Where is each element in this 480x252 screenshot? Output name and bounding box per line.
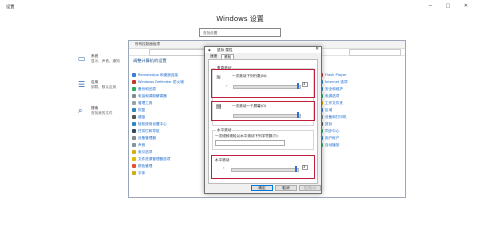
cp-item-sound[interactable]: 声音 <box>132 143 145 148</box>
cp-item-power[interactable]: 电源选项 <box>319 94 339 99</box>
cancel-button[interactable]: 取消 <box>275 185 297 191</box>
phone-icon <box>132 94 136 99</box>
ok-button[interactable]: 确定 <box>251 185 273 191</box>
control-panel-title: 所有控制面板项 <box>135 42 161 46</box>
settings-category-label: 系统 <box>91 54 99 58</box>
cp-item-taskbar[interactable]: 任务栏和导航 <box>132 129 160 134</box>
horizontal-chars-input[interactable] <box>215 140 285 146</box>
cp-item-security[interactable]: 安全和维护 <box>319 87 343 92</box>
vertical-lines-value: 3 <box>303 82 306 86</box>
cp-item-autoplay[interactable]: 自动播放 <box>319 143 339 148</box>
cp-item-indexing[interactable]: 索引选项 <box>132 150 152 155</box>
settings-category-search[interactable]: ⌕ 搜索 查找我的文件 <box>78 106 124 115</box>
cp-item-ease-of-access[interactable]: 轻松使用设置中心 <box>132 122 167 127</box>
cp-item-user-accounts[interactable]: 用户帐户 <box>319 136 339 141</box>
cp-item-firewall[interactable]: Windows Defender 防火墙 <box>132 80 184 85</box>
keyboard-icon <box>132 115 136 120</box>
vertical-screen-label: 一次滚动一个屏幕(O) <box>232 104 267 108</box>
search-icon: ⌕ <box>78 106 83 115</box>
tools-icon <box>132 101 136 106</box>
apply-button[interactable]: 应用(A) <box>299 185 321 191</box>
cp-item-device-manager[interactable]: 设备管理器 <box>132 136 156 141</box>
cp-item-sync-center[interactable]: 同步中心 <box>319 129 339 134</box>
settings-category-desc: 卸载、默认应用 <box>91 85 117 89</box>
mouse-icon: ◆ <box>208 48 211 52</box>
dialog-title: 鼠标 属性 <box>217 48 233 52</box>
settings-category-label: 搜索 <box>91 106 99 110</box>
vertical-screen-thumb[interactable] <box>297 112 299 118</box>
settings-search-input[interactable]: 查找设置 <box>199 28 281 37</box>
slider-min-icon: ‹ <box>226 84 228 88</box>
settings-category-system[interactable]: ▭ 系统 显示、声音、通知 <box>78 54 124 63</box>
settings-category-apps[interactable]: ☰ 应用 卸载、默认应用 <box>78 80 124 89</box>
taskbar-icon <box>132 129 136 134</box>
cp-item-fonts[interactable]: 字体 <box>132 171 145 176</box>
control-panel-heading: 调整计算机的设置 <box>133 58 167 63</box>
device-manager-icon <box>132 136 136 141</box>
horizontal-slider-thumb[interactable] <box>295 166 297 172</box>
window-controls[interactable]: ─ □ ✕ <box>429 3 474 9</box>
settings-search-placeholder: 查找设置 <box>203 31 218 35</box>
index-icon <box>132 150 136 155</box>
cp-item-phone-modem[interactable]: 电话和调制解调器 <box>132 94 167 99</box>
settings-category-label: 应用 <box>91 80 99 84</box>
firewall-icon <box>132 80 136 85</box>
cp-item-remoteapp[interactable]: RemoteApp 和桌面连接 <box>132 73 178 78</box>
cp-item-keyboard[interactable]: 键盘 <box>132 115 145 120</box>
settings-category-desc: 查找我的文件 <box>91 111 113 115</box>
settings-category-desc: 显示、声音、通知 <box>91 59 120 63</box>
cp-item-work-folders[interactable]: 工作文件夹 <box>319 101 343 106</box>
horizontal-value: 3 <box>303 165 306 169</box>
cp-item-explorer-options[interactable]: 文件资源管理器选项 <box>132 157 170 162</box>
cp-item-internet-options[interactable]: Internet 选项 <box>319 80 348 85</box>
horizontal-chars-label: 一次倾斜滚轮以水平滚动下列字符数(T): <box>215 134 279 138</box>
cp-item-admin-tools[interactable]: 管理工具 <box>132 101 152 106</box>
dialog-titlebar: ◆ 鼠标 属性 ✕ <box>205 47 321 53</box>
vertical-slider-track[interactable] <box>233 85 301 89</box>
slider-min-icon: ‹ <box>223 166 225 170</box>
font-icon <box>132 171 136 176</box>
color-icon <box>132 164 136 169</box>
backup-icon <box>132 87 136 92</box>
cp-item-backup[interactable]: 备份和还原 <box>132 87 156 92</box>
scroll-screen-icon: ▤ <box>216 103 222 110</box>
cp-item-devices-printers[interactable]: 设备和打印机 <box>319 115 347 120</box>
settings-window-title: 设置 <box>6 4 15 9</box>
accessibility-icon <box>132 122 136 127</box>
cp-item-recovery[interactable]: 恢复 <box>132 108 145 113</box>
recovery-icon <box>132 108 136 113</box>
settings-heading: Windows 设置 <box>216 15 264 23</box>
vertical-lines-label: 一次滚动下列行数(N): <box>232 74 268 78</box>
control-panel-search-input[interactable] <box>349 49 401 56</box>
cp-item-color-management[interactable]: 颜色管理 <box>132 164 152 169</box>
scroll-lines-icon: ≋ <box>216 74 222 81</box>
apps-icon: ☰ <box>78 80 86 89</box>
speaker-icon <box>132 143 136 148</box>
laptop-icon: ▭ <box>78 54 86 63</box>
mouse-properties-dialog: ◆ 鼠标 属性 ✕ 速度 滚轮 垂直滚动 ≋ 一次滚动下列行数(N): ‹ 3 … <box>204 46 322 194</box>
close-icon[interactable]: ✕ <box>315 47 319 52</box>
vertical-screen-track[interactable] <box>233 114 301 118</box>
horizontal-slider-track[interactable] <box>231 168 299 172</box>
cp-item-flash[interactable]: Flash Player <box>319 73 347 78</box>
wheel-tab-panel: 垂直滚动 ≋ 一次滚动下列行数(N): ‹ 3 ▤ 一次滚动一个屏幕(O) 水平… <box>208 59 318 184</box>
horizontal-scroll-legend: 水平滚动 <box>216 128 233 133</box>
remoteapp-icon <box>132 73 136 78</box>
folder-icon <box>132 157 136 162</box>
horizontal-group-label: 水平滚动 <box>215 158 230 162</box>
vertical-slider-thumb[interactable] <box>297 83 299 89</box>
